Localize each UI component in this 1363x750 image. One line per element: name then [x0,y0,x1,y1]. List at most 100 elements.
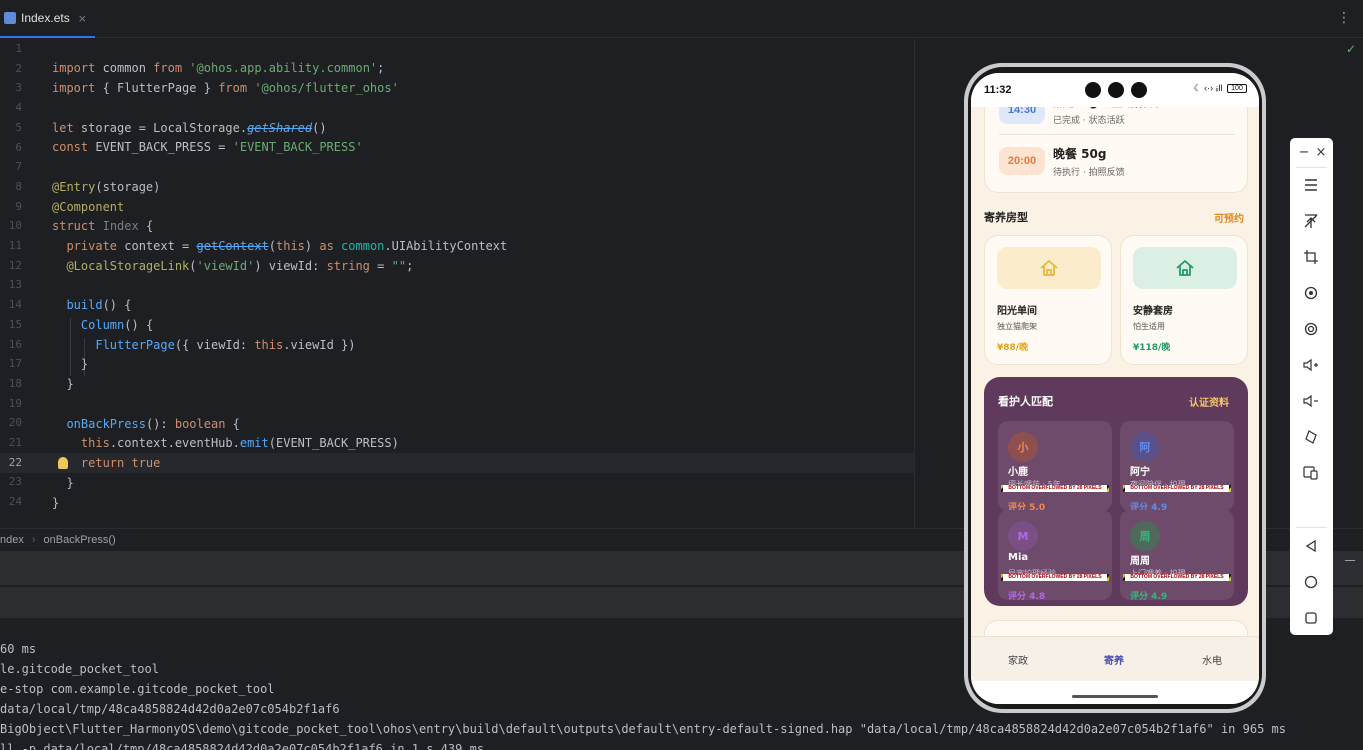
feeding-schedule-card: 14:30 点心 5g · 互动陪玩 已完成 · 状态活跃 20:00 晚餐 5… [984,93,1248,193]
sitter-card[interactable]: 阿 阿宁 夜间陪伴 · 护理 BOTTOM OVERFLOWED BY 28 P… [1120,421,1234,511]
camera-icon [1131,82,1147,98]
sitter-card[interactable]: 周 周周 上门喂养 · 护理 BOTTOM OVERFLOWED BY 28 P… [1120,510,1234,600]
sitter-card[interactable]: M Mia 异宠护理经验 BOTTOM OVERFLOWED BY 28 PIX… [998,510,1112,600]
console-line: ll -p data/local/tmp/48ca4858824d42d0a2e… [0,742,485,750]
code-line: Column() { [80,318,154,332]
code-line: import { FlutterPage } from '@ohos/flutt… [52,81,399,95]
crop-icon[interactable] [1302,248,1320,266]
avatar: 周 [1130,521,1160,551]
shake-icon[interactable] [1302,428,1320,446]
tab-index-ets[interactable]: Index.ets × [0,0,95,38]
rotate-icon[interactable] [1302,284,1320,302]
status-symbols: ☾ ‹·› ᵢᵢll [1193,83,1223,93]
code-line: } [52,496,60,510]
sitter-name: Mia [1008,552,1029,563]
divider [1296,527,1327,528]
status-time: 11:32 [984,84,1012,96]
sitter-rating: 评分 4.8 [1008,592,1046,600]
line-number: 7 [15,160,22,174]
breadcrumb-item[interactable]: ndex [0,534,24,546]
console-line: le.gitcode_pocket_tool [0,662,159,676]
code-line: build() { [66,298,132,312]
phone-screen[interactable]: 14:30 点心 5g · 互动陪玩 已完成 · 状态活跃 20:00 晚餐 5… [971,73,1259,704]
volume-up-icon[interactable] [1302,356,1320,374]
tab-utilities[interactable]: 水电 [1202,652,1222,667]
line-number: 10 [8,219,22,233]
bottom-tab-bar: 家政 寄养 水电 [971,636,1259,681]
screenshot-icon[interactable] [1302,320,1320,338]
house-icon [1176,260,1194,276]
tab-label: Index.ets [21,11,70,25]
line-number: 19 [8,396,22,410]
line-number: 18 [8,376,22,390]
line-number: 11 [8,239,22,252]
line-number: 16 [8,337,22,351]
sitter-name: 阿宁 [1130,467,1150,478]
sitter-name: 小鹿 [1008,467,1028,478]
code-line: import common from '@ohos.app.ability.co… [52,61,385,75]
line-number: 13 [8,278,22,292]
line-number: 22 [8,455,22,469]
room-card[interactable]: 安静套房 怕生适用 ¥118/晚 [1120,235,1248,365]
camera-icon [1108,82,1124,98]
divider [999,134,1235,135]
menu-icon[interactable] [1302,176,1320,194]
code-line: this.context.eventHub.emit(EVENT_BACK_PR… [80,436,399,450]
home-indicator[interactable] [1072,695,1158,698]
multi-device-icon[interactable] [1302,464,1320,482]
code-line: @Component [52,200,125,214]
overflow-warning: BOTTOM OVERFLOWED BY 28 PIXELS [1123,485,1231,492]
code-line: } [52,377,74,391]
tab-housekeeping[interactable]: 家政 [1008,652,1028,667]
chevron-right-icon: › [31,533,36,546]
avatar: 小 [1008,432,1038,462]
line-number: 14 [8,298,22,312]
room-price: ¥118/晚 [1133,343,1171,353]
home-icon[interactable] [1302,573,1320,591]
line-number: 20 [8,416,22,430]
line-number: 4 [15,101,22,115]
code-line: struct Index { [52,219,154,233]
code-line: } [52,476,74,490]
line-number: 9 [15,199,22,213]
sitter-section-title: 看护人匹配 [998,395,1053,408]
line-number: 15 [8,317,22,331]
schedule-subtitle: 已完成 · 状态活跃 [1053,116,1125,126]
room-name: 阳光单间 [997,306,1037,317]
avatar: M [1008,521,1038,551]
minimize-icon[interactable]: − [1295,143,1313,161]
code-line: onBackPress(): boolean { [66,417,240,431]
status-icons: ☾ ‹·› ᵢᵢll 100 [1194,83,1247,94]
breadcrumb-item[interactable]: onBackPress() [44,534,116,546]
overflow-warning: BOTTOM OVERFLOWED BY 28 PIXELS [1001,574,1109,581]
line-number: 2 [15,61,22,75]
room-icon-box [997,247,1101,289]
rooms-bookable-link[interactable]: 可预约 [1214,210,1244,225]
line-number: 23 [8,475,22,489]
line-number: 21 [8,436,22,449]
divider [1296,167,1327,168]
room-card[interactable]: 阳光单间 独立猫爬架 ¥88/晚 [984,235,1112,365]
schedule-title: 晚餐 50g [1053,147,1107,161]
console-line: 60 ms [0,642,37,656]
pin-top-icon[interactable] [1302,212,1320,230]
line-number: 12 [8,258,22,272]
tab-boarding[interactable]: 寄养 [1104,652,1124,667]
tab-close-icon[interactable]: × [78,12,87,25]
recents-icon[interactable] [1302,609,1320,627]
room-desc: 怕生适用 [1133,322,1165,331]
sitter-card[interactable]: 小 小鹿 擅长喂药 · 5年 BOTTOM OVERFLOWED BY 28 P… [998,421,1112,511]
back-icon[interactable] [1302,537,1320,555]
line-number: 24 [8,495,22,509]
avatar: 阿 [1130,432,1160,462]
code-line: const EVENT_BACK_PRESS = 'EVENT_BACK_PRE… [52,140,363,154]
volume-down-icon[interactable] [1302,392,1320,410]
line-number: 1 [15,42,22,55]
line-number: 17 [8,357,22,371]
close-icon[interactable]: × [1312,143,1330,161]
more-icon[interactable]: ⋮ [1337,10,1351,26]
ets-file-icon [4,12,16,24]
minimize-panel-icon[interactable] [1345,560,1355,561]
line-number: 3 [15,81,22,95]
certification-link[interactable]: 认证资料 [1189,394,1229,409]
